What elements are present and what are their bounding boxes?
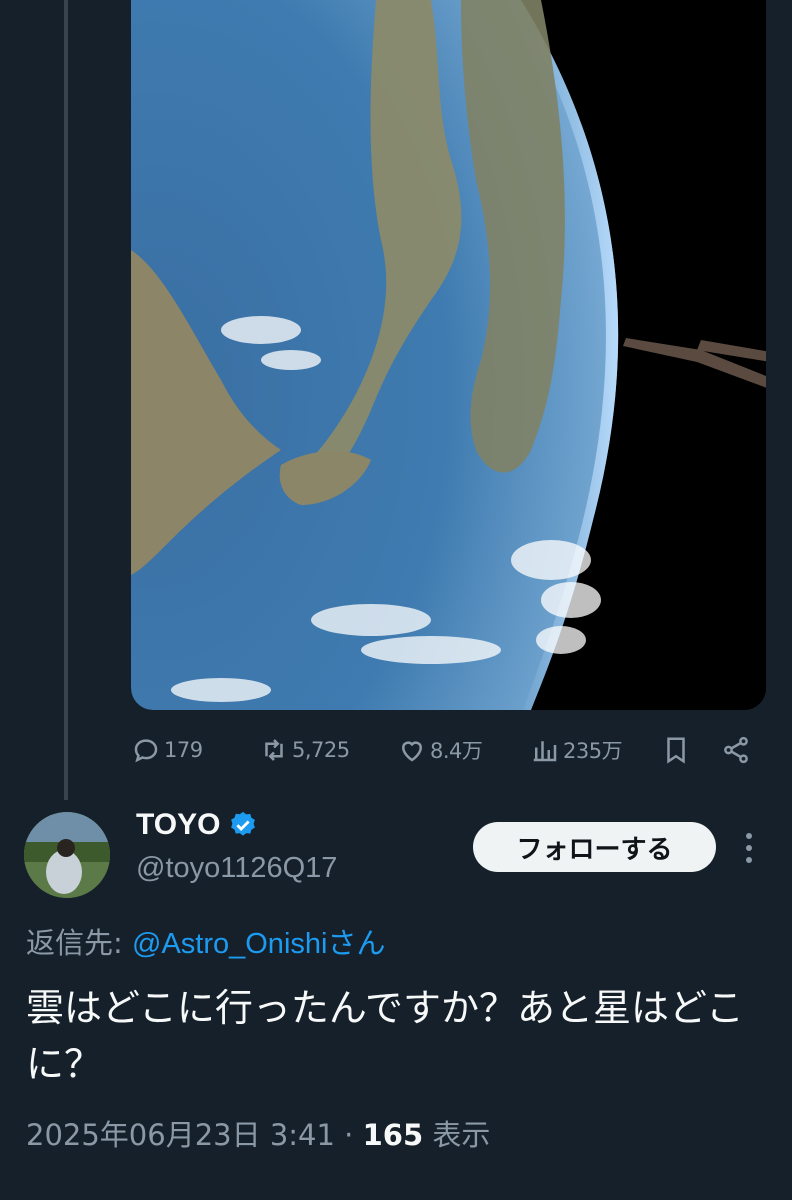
share-icon: [724, 736, 748, 764]
author-name-row: TOYO: [136, 808, 258, 842]
earth-photo[interactable]: [131, 0, 766, 710]
tweet-meta: 2025年06月23日 3:41 · 165 表示: [26, 1112, 490, 1154]
timestamp[interactable]: 2025年06月23日 3:41 ·: [26, 1118, 363, 1152]
heart-icon: [401, 741, 423, 762]
share-button[interactable]: [721, 728, 751, 772]
bookmark-button[interactable]: [661, 728, 691, 772]
display-name[interactable]: TOYO: [136, 808, 220, 842]
retweet-count: 5,725: [292, 738, 350, 762]
retweet-icon: [265, 739, 283, 761]
replying-to-suffix: さん: [327, 926, 386, 960]
user-handle[interactable]: @toyo1126Q17: [136, 852, 337, 885]
avatar[interactable]: [24, 812, 110, 898]
like-count: 8.4万: [430, 739, 483, 763]
views-label: 表示: [423, 1118, 491, 1152]
reply-button[interactable]: 179: [131, 728, 203, 772]
bar-chart-icon: [533, 741, 557, 762]
reply-count: 179: [164, 738, 203, 762]
views-button[interactable]: 235万: [530, 728, 623, 772]
bookmark-icon: [667, 737, 685, 764]
replying-to-prefix: 返信先:: [26, 926, 132, 960]
reply-icon: [134, 739, 158, 763]
verified-badge-icon: [231, 811, 256, 836]
tweet-text: 雲はどこに行ったんですか？あと星はどこに？: [26, 986, 744, 1086]
like-button[interactable]: 8.4万: [397, 728, 483, 772]
replying-to: 返信先: @Astro_Onishiさん: [26, 920, 385, 962]
views-number: 165: [362, 1118, 424, 1152]
thread-line: [64, 0, 68, 800]
more-options-icon[interactable]: [734, 826, 764, 870]
tweet-action-bar: 179 5,725 8.4万 235万: [131, 728, 766, 772]
view-count: 235万: [563, 739, 623, 763]
follow-button[interactable]: フォローする: [473, 822, 716, 872]
avatar-image: [24, 812, 110, 898]
retweet-button[interactable]: 5,725: [259, 728, 350, 772]
mention-link[interactable]: @Astro_Onishi: [132, 928, 327, 960]
